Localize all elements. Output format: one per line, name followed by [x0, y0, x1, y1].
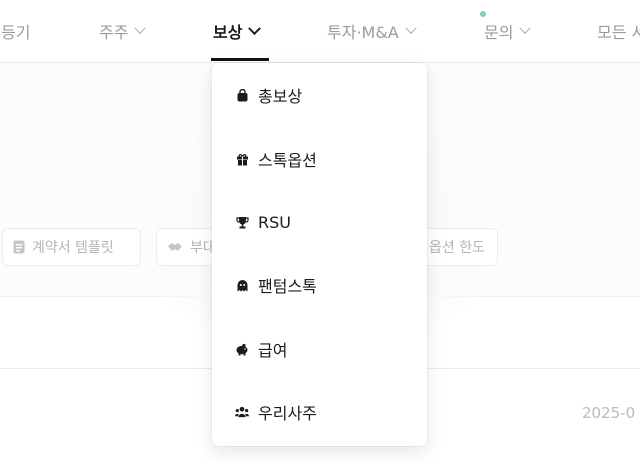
nav-item-compensation[interactable]: 보상 — [213, 0, 262, 62]
menu-item-rsu-label: RSU — [258, 212, 291, 232]
option-limit-label: 옵션 한도 — [429, 240, 485, 256]
menu-item-stock-options-label: 스톡옵션 — [258, 151, 317, 170]
page: 계약서 템플릿 부대 옵션 한도 2025-0 ·등기 주주 보상 투자·M&A… — [0, 0, 640, 463]
contract-template-label: 계약서 템플릿 — [32, 240, 114, 256]
partner-chip[interactable]: 부대 — [156, 228, 216, 266]
menu-item-salary[interactable]: 급여 — [212, 325, 427, 373]
menu-item-salary-label: 급여 — [258, 341, 288, 360]
menu-item-stock-options[interactable]: 스톡옵션 — [212, 135, 427, 183]
notification-dot — [480, 11, 486, 17]
menu-item-total-compensation-label: 총보상 — [258, 87, 303, 106]
nav-item-registry-label: ·등기 — [0, 23, 31, 42]
nav-item-inquiry-label: 문의 — [484, 23, 514, 42]
gift-icon — [235, 152, 249, 166]
compensation-dropdown-menu: 총보상 스톡옵션 RSU 팬텀스톡 급여 우리사주 — [212, 63, 427, 446]
menu-item-employee-stock-label: 우리사주 — [258, 404, 317, 423]
menu-item-employee-stock[interactable]: 우리사주 — [212, 388, 427, 436]
trophy-icon — [235, 215, 249, 229]
nav-item-compensation-label: 보상 — [213, 23, 243, 42]
bag-icon — [235, 88, 249, 102]
nav-item-investment[interactable]: 투자·M&A — [327, 0, 417, 62]
handshake-icon — [168, 243, 182, 251]
nav-item-shareholders[interactable]: 주주 — [99, 0, 147, 62]
contract-template-chip[interactable]: 계약서 템플릿 — [2, 228, 141, 266]
nav-item-investment-label: 투자·M&A — [327, 23, 399, 42]
active-tab-indicator — [211, 58, 269, 61]
nav-item-shareholders-label: 주주 — [99, 23, 129, 42]
piggy-bank-icon — [235, 342, 249, 356]
ghost-icon — [235, 278, 249, 292]
menu-item-phantom-stock[interactable]: 팬텀스톡 — [212, 261, 427, 309]
top-navigation: ·등기 주주 보상 투자·M&A 문의 모든 서 — [0, 0, 640, 63]
chevron-down-icon — [248, 21, 262, 35]
nav-item-all-services[interactable]: 모든 서 — [597, 0, 640, 62]
chevron-down-icon — [134, 22, 147, 34]
nav-item-registry[interactable]: ·등기 — [0, 0, 31, 62]
users-icon — [235, 405, 249, 419]
chevron-down-icon — [405, 22, 417, 34]
menu-item-phantom-stock-label: 팬텀스톡 — [258, 277, 317, 296]
nav-item-inquiry[interactable]: 문의 — [484, 0, 532, 62]
chevron-down-icon — [519, 22, 532, 34]
document-icon — [13, 240, 25, 254]
menu-item-total-compensation[interactable]: 총보상 — [212, 71, 427, 119]
nav-item-all-services-label: 모든 서 — [597, 23, 640, 42]
menu-item-rsu[interactable]: RSU — [212, 198, 427, 246]
date-text: 2025-0 — [582, 404, 636, 422]
